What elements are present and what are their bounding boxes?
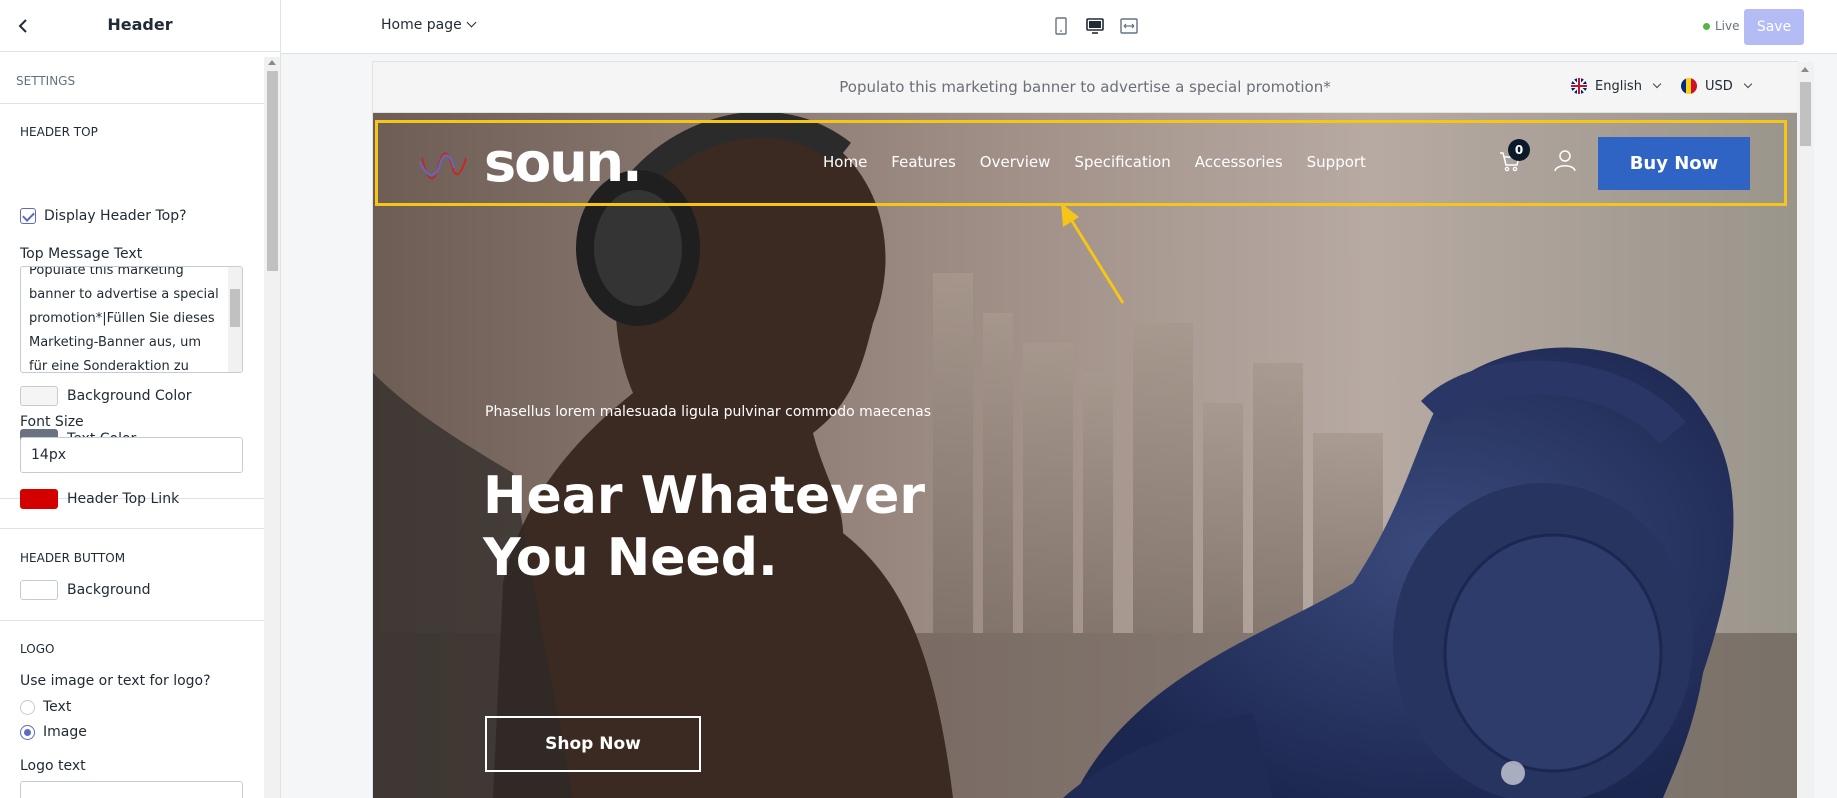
hero-title-line1: Hear Whatever: [483, 466, 926, 526]
buy-now-button[interactable]: Buy Now: [1598, 137, 1750, 190]
display-header-top-label: Display Header Top?: [44, 208, 187, 224]
live-label: Live: [1715, 19, 1740, 33]
user-account-icon[interactable]: [1553, 148, 1577, 172]
top-message-label: Top Message Text: [20, 246, 143, 262]
chevron-down-icon: [1743, 79, 1753, 89]
logo-heading: LOGO: [20, 642, 55, 656]
header-top-link-label: Header Top Link: [67, 490, 180, 507]
chevron-down-icon: [1652, 79, 1662, 89]
top-message-textarea[interactable]: Populate this marketing banner to advert…: [20, 266, 243, 373]
header-top-link-row[interactable]: Header Top Link: [20, 477, 179, 520]
top-message-value: Populate this marketing banner to advert…: [29, 266, 219, 373]
divider: [0, 528, 264, 529]
settings-panel: Header SETTINGS HEADER TOP Display Heade…: [0, 0, 281, 798]
background-color-label: Background Color: [67, 387, 192, 404]
panel-title: Header: [107, 15, 173, 34]
logo-option-image[interactable]: Image: [20, 724, 87, 740]
mobile-view-icon[interactable]: [1051, 16, 1071, 36]
annotation-arrow-icon: [1061, 203, 1125, 304]
page-selector[interactable]: Home page: [381, 17, 477, 33]
background-color-swatch[interactable]: [20, 385, 58, 406]
panel-header: Header: [0, 0, 280, 52]
site-logo[interactable]: soun.: [418, 131, 643, 194]
header-bottom-background-swatch[interactable]: [20, 579, 58, 600]
display-header-top-row[interactable]: Display Header Top?: [20, 208, 187, 224]
header-top-link-swatch[interactable]: [20, 488, 58, 509]
menu-item-home[interactable]: Home: [823, 153, 867, 171]
menu-item-specification[interactable]: Specification: [1074, 153, 1170, 171]
live-dot-icon: [1703, 23, 1710, 30]
font-size-input[interactable]: 14px: [20, 437, 243, 473]
hero-section: soun. Home Features Overview Specificati…: [373, 113, 1797, 798]
settings-section-label: SETTINGS: [0, 52, 264, 104]
currency-selector[interactable]: USD: [1681, 78, 1753, 94]
currency-flag-icon: [1681, 78, 1697, 94]
shop-now-button[interactable]: Shop Now: [485, 716, 701, 772]
preview-scrollbar[interactable]: [1797, 62, 1814, 798]
chevron-down-icon: [466, 17, 477, 28]
logo-text-radio[interactable]: [20, 699, 35, 715]
desktop-view-icon[interactable]: [1085, 16, 1105, 36]
logo-text: soun.: [484, 131, 643, 194]
background-color-row[interactable]: Background Color: [20, 374, 192, 417]
language-label: English: [1595, 78, 1642, 94]
logo-wave-icon: [419, 152, 467, 179]
logo-text-label: Logo text: [20, 758, 86, 774]
site-header: soun. Home Features Overview Specificati…: [373, 113, 1797, 213]
main-menu: Home Features Overview Specification Acc…: [823, 153, 1366, 171]
hero-title-line2: You Need.: [483, 528, 778, 588]
uk-flag-icon: [1571, 78, 1587, 94]
textarea-scrollbar[interactable]: [228, 267, 242, 372]
menu-item-overview[interactable]: Overview: [980, 153, 1051, 171]
fullwidth-view-icon[interactable]: [1119, 16, 1139, 36]
display-header-top-checkbox[interactable]: [20, 208, 36, 224]
hero-subtitle: Phasellus lorem malesuada ligula pulvina…: [485, 404, 932, 420]
divider: [0, 620, 264, 621]
panel-scrollbar[interactable]: [264, 57, 280, 798]
logo-option-text[interactable]: Text: [20, 699, 71, 715]
editor-topbar: Home page Live Save: [281, 0, 1837, 54]
menu-item-support[interactable]: Support: [1307, 153, 1366, 171]
save-button[interactable]: Save: [1744, 9, 1804, 45]
device-switcher: [1051, 16, 1139, 36]
header-bottom-heading: HEADER BUTTOM: [20, 551, 126, 565]
logo-image-radio[interactable]: [20, 724, 35, 740]
language-selector[interactable]: English: [1571, 78, 1662, 94]
live-status: Live: [1703, 19, 1740, 33]
logo-question: Use image or text for logo?: [20, 673, 211, 689]
menu-item-features[interactable]: Features: [891, 153, 956, 171]
logo-text-radio-label: Text: [43, 699, 72, 715]
panel-content: SETTINGS HEADER TOP Display Header Top? …: [0, 52, 264, 499]
hero-title: Hear Whatever You Need.: [483, 465, 983, 589]
font-size-label: Font Size: [20, 414, 84, 430]
store-preview: Populato this marketing banner to advert…: [373, 62, 1797, 798]
page-selector-label: Home page: [381, 17, 462, 33]
logo-image-radio-label: Image: [43, 724, 87, 740]
logo-text-input[interactable]: [20, 781, 243, 798]
cart-count-badge: 0: [1508, 139, 1530, 161]
currency-label: USD: [1705, 78, 1733, 94]
menu-item-accessories[interactable]: Accessories: [1195, 153, 1283, 171]
header-top-heading: HEADER TOP: [20, 125, 98, 139]
announcement-banner: Populato this marketing banner to advert…: [373, 62, 1797, 113]
header-bottom-background-label: Background: [67, 581, 151, 598]
header-bottom-background-row[interactable]: Background: [20, 568, 151, 611]
